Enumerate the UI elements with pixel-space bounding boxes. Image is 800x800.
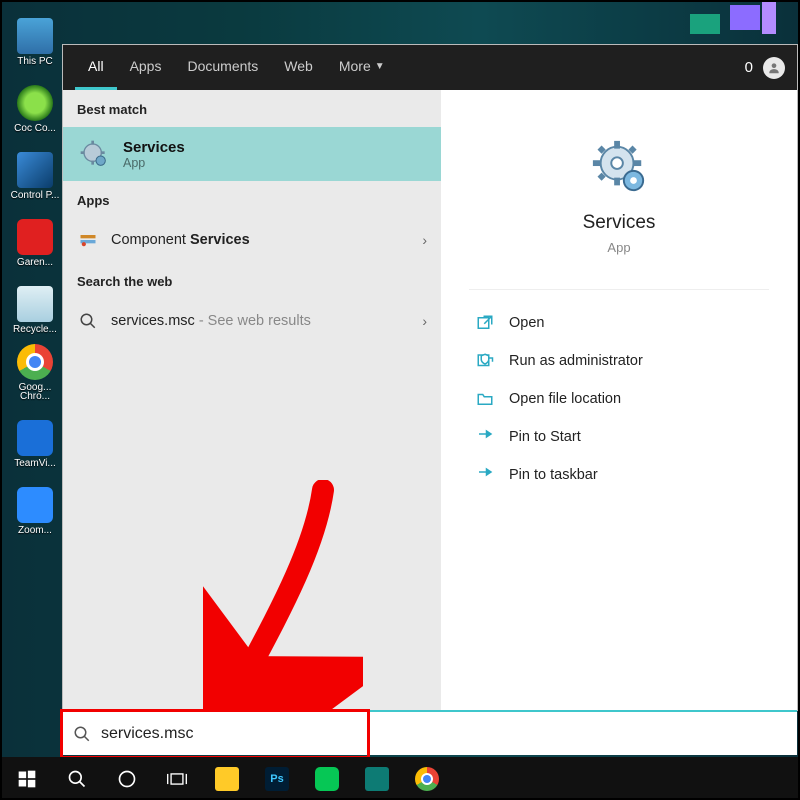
- best-match-title: Services: [123, 139, 185, 156]
- open-icon: [475, 313, 495, 333]
- folder-location-icon: [475, 389, 495, 409]
- action-pin-start[interactable]: Pin to Start: [469, 418, 769, 456]
- action-open-location[interactable]: Open file location: [469, 380, 769, 418]
- desktop-icon-label: Control P...: [8, 190, 62, 201]
- services-icon: [77, 137, 111, 171]
- taskbar-search-button[interactable]: [54, 757, 100, 800]
- detail-subtitle: App: [607, 240, 630, 255]
- desktop-icon-teamviewer[interactable]: TeamVi...: [10, 404, 60, 469]
- results-count: 0: [745, 59, 753, 76]
- section-search-web: Search the web: [63, 262, 441, 299]
- chevron-right-icon[interactable]: ›: [422, 313, 427, 329]
- services-large-icon: [590, 138, 648, 196]
- action-label: Open: [509, 315, 544, 331]
- result-detail-pane: Services App Open Run as administrator: [441, 90, 797, 710]
- taskbar-app-generic[interactable]: [354, 757, 400, 800]
- search-icon: [77, 310, 99, 332]
- pin-icon: [475, 465, 495, 485]
- action-open[interactable]: Open: [469, 304, 769, 342]
- search-tabs: All Apps Documents Web More ▼ 0: [63, 45, 797, 90]
- desktop-icons-column: This PC Coc Co... Control P... Garen... …: [10, 2, 60, 538]
- desktop-icon-coccoc[interactable]: Coc Co...: [10, 69, 60, 134]
- admin-shield-icon: [475, 351, 495, 371]
- chevron-right-icon[interactable]: ›: [422, 232, 427, 248]
- tab-more-label: More: [339, 58, 371, 74]
- taskbar-app-chrome[interactable]: [404, 757, 450, 800]
- search-input[interactable]: [101, 725, 787, 743]
- result-web-search[interactable]: services.msc - See web results ›: [63, 299, 441, 343]
- chevron-down-icon: ▼: [375, 61, 385, 72]
- best-match-item[interactable]: Services App: [63, 127, 441, 181]
- desktop-icon-label: Recycle...: [8, 324, 62, 335]
- detail-title: Services: [583, 212, 656, 234]
- search-input-bar[interactable]: [63, 710, 797, 755]
- desktop-icon-recycle-bin[interactable]: Recycle...: [10, 270, 60, 335]
- action-label: Pin to Start: [509, 429, 581, 445]
- result-component-services[interactable]: Component Services ›: [63, 218, 441, 262]
- desktop-icon-label: Garen...: [8, 257, 62, 268]
- tab-documents[interactable]: Documents: [174, 45, 271, 90]
- search-results-column: Best match Services App Apps: [63, 90, 441, 710]
- result-label: services.msc - See web results: [111, 313, 410, 329]
- cortana-button[interactable]: [104, 757, 150, 800]
- desktop-icon-label: Coc Co...: [8, 123, 62, 134]
- taskbar: Ps: [0, 757, 800, 800]
- desktop-icon-this-pc[interactable]: This PC: [10, 2, 60, 67]
- wallpaper-detail: [650, 0, 800, 45]
- tab-all[interactable]: All: [75, 45, 117, 90]
- section-apps: Apps: [63, 181, 441, 218]
- result-label: Component Services: [111, 232, 410, 248]
- desktop-icon-control-panel[interactable]: Control P...: [10, 136, 60, 201]
- desktop-icon-chrome[interactable]: Goog... Chro...: [10, 337, 60, 402]
- detail-actions: Open Run as administrator Open file loca…: [469, 289, 769, 494]
- desktop-icon-label: TeamVi...: [8, 458, 62, 469]
- tab-more[interactable]: More ▼: [326, 45, 398, 90]
- action-pin-taskbar[interactable]: Pin to taskbar: [469, 456, 769, 494]
- action-run-admin[interactable]: Run as administrator: [469, 342, 769, 380]
- pin-icon: [475, 427, 495, 447]
- action-label: Run as administrator: [509, 353, 643, 369]
- start-button[interactable]: [4, 757, 50, 800]
- component-services-icon: [77, 229, 99, 251]
- section-best-match: Best match: [63, 90, 441, 127]
- search-icon: [73, 725, 91, 743]
- profile-avatar[interactable]: [763, 57, 785, 79]
- task-view-button[interactable]: [154, 757, 200, 800]
- desktop-icon-zoom[interactable]: Zoom...: [10, 471, 60, 536]
- best-match-subtitle: App: [123, 156, 185, 170]
- desktop-icon-label: This PC: [8, 56, 62, 67]
- taskbar-app-photoshop[interactable]: Ps: [254, 757, 300, 800]
- taskbar-app-explorer[interactable]: [204, 757, 250, 800]
- action-label: Open file location: [509, 391, 621, 407]
- tab-web[interactable]: Web: [271, 45, 326, 90]
- tab-apps[interactable]: Apps: [117, 45, 175, 90]
- desktop-icon-label: Zoom...: [8, 525, 62, 536]
- desktop-icon-label: Chro...: [8, 391, 62, 402]
- taskbar-app-line[interactable]: [304, 757, 350, 800]
- start-search-panel: All Apps Documents Web More ▼ 0 Best mat…: [63, 45, 797, 710]
- action-label: Pin to taskbar: [509, 467, 598, 483]
- desktop-icon-garena[interactable]: Garen...: [10, 203, 60, 268]
